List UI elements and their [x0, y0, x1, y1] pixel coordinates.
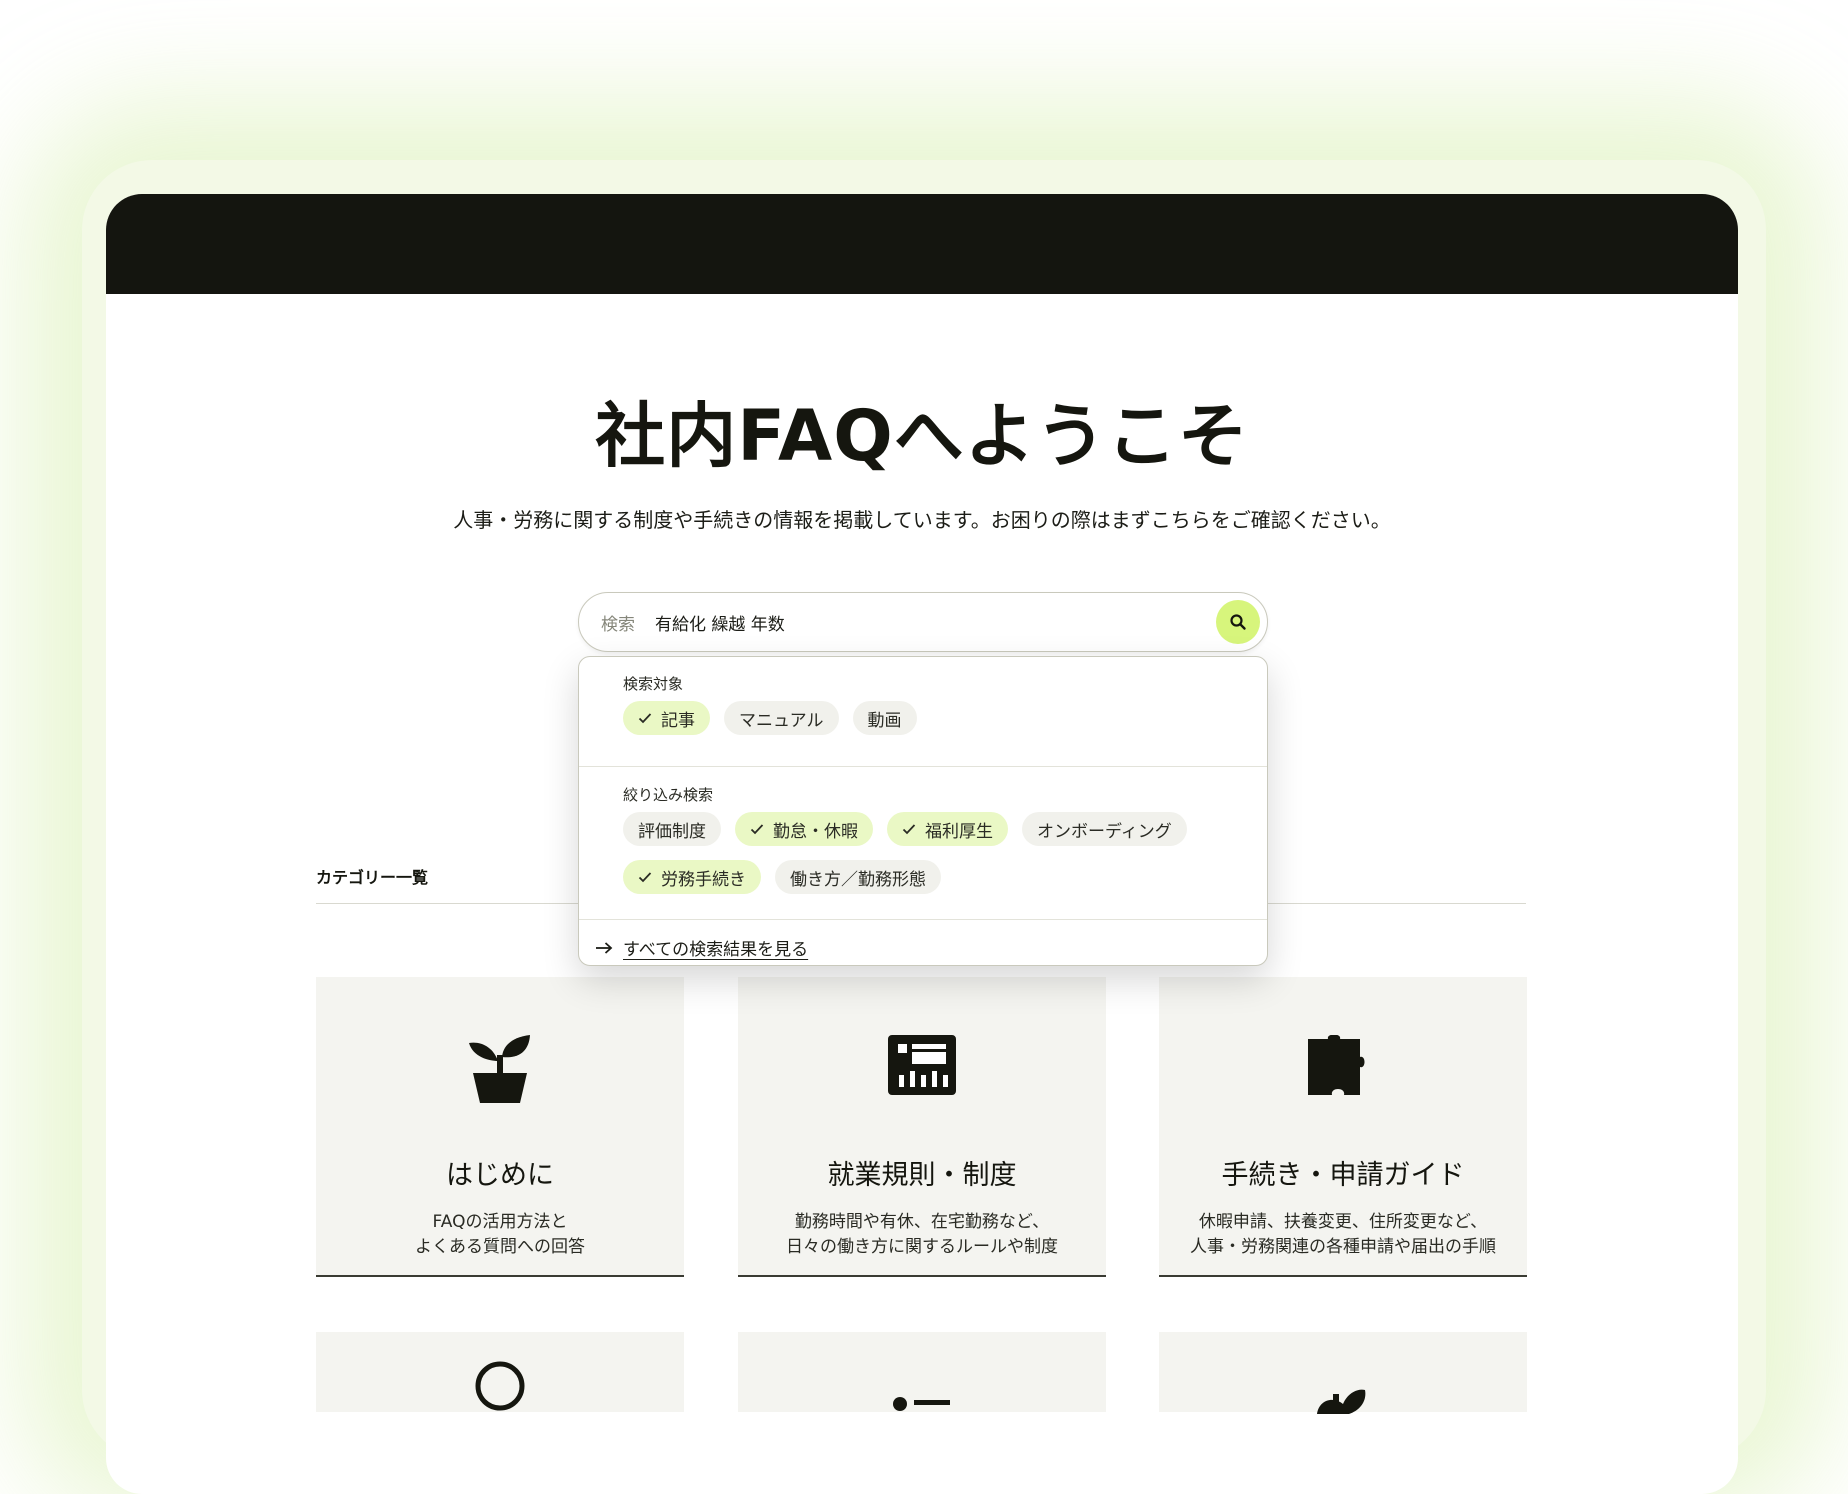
card-description-line: FAQの活用方法と [432, 1212, 568, 1232]
chip-target[interactable]: 動画 [852, 701, 917, 735]
card-icon-wrap [1159, 1360, 1527, 1416]
check-icon [638, 713, 652, 724]
category-card[interactable] [316, 1332, 684, 1412]
category-card[interactable] [738, 1332, 1106, 1412]
check-icon [638, 872, 652, 883]
chip-label: 勤怠・休暇 [773, 821, 858, 842]
chip-target[interactable]: マニュアル [724, 701, 839, 735]
chip-label: 働き方／勤務形態 [790, 869, 926, 890]
see-all-results-label: すべての検索結果を見る [623, 940, 809, 960]
search-button[interactable] [1216, 600, 1260, 644]
card-icon-wrap [1159, 1035, 1527, 1097]
card-icon-wrap [738, 1035, 1106, 1095]
search-icon [1230, 614, 1246, 630]
arrow-right-icon [596, 941, 613, 954]
category-card-work-rules[interactable]: 就業規則・制度 勤務時間や有休、在宅勤務など、 日々の働き方に関するルールや制度 [738, 977, 1106, 1277]
card-description-line: 休暇申請、扶養変更、住所変更など、 [1198, 1212, 1488, 1232]
category-list-heading: カテゴリー一覧 [316, 868, 429, 887]
chip-label: 動画 [867, 710, 902, 731]
category-card[interactable] [1159, 1332, 1527, 1414]
chip-target[interactable]: 記事 [623, 701, 710, 735]
category-card-procedures[interactable]: 手続き・申請ガイド 休暇申請、扶養変更、住所変更など、 人事・労務関連の各種申請… [1159, 977, 1527, 1277]
card-description-line: 勤務時間や有休、在宅勤務など、 [794, 1212, 1050, 1232]
chip-label: 労務手続き [661, 869, 746, 890]
card-description: 休暇申請、扶養変更、住所変更など、 人事・労務関連の各種申請や届出の手順 [1159, 1210, 1527, 1260]
browser-frame: 社内FAQへようこそ 人事・労務に関する制度や手続きの情報を掲載しています。お困… [106, 194, 1738, 1494]
top-bar [106, 194, 1738, 294]
chip-filter[interactable]: オンボーディング [1022, 812, 1187, 846]
search-target-label: 検索対象 [623, 675, 684, 693]
card-description-line: 人事・労務関連の各種申請や届出の手順 [1190, 1237, 1496, 1257]
chip-label: 評価制度 [638, 821, 706, 842]
card-description: FAQの活用方法と よくある質問への回答 [316, 1210, 684, 1260]
chip-label: 福利厚生 [925, 821, 993, 842]
page-subtitle: 人事・労務に関する制度や手続きの情報を掲載しています。お困りの際はまずこちらをご… [453, 508, 1391, 532]
dropdown-divider [579, 919, 1267, 920]
rules-board-icon [888, 1035, 956, 1095]
card-description: 勤務時間や有休、在宅勤務など、 日々の働き方に関するルールや制度 [738, 1210, 1106, 1260]
filter-chips-row-2: 労務手続き 働き方／勤務形態 [623, 860, 941, 894]
search-bar[interactable]: 検索 [578, 592, 1268, 652]
chip-filter[interactable]: 福利厚生 [887, 812, 1008, 846]
dropdown-divider [579, 766, 1267, 767]
card-title: 就業規則・制度 [827, 1160, 1017, 1191]
card-title: はじめに [446, 1160, 554, 1191]
chip-filter[interactable]: 働き方／勤務形態 [775, 860, 941, 894]
card-icon-wrap [738, 1360, 1106, 1416]
list-icon [893, 1397, 950, 1411]
plant-sprout-icon [1317, 1389, 1366, 1414]
chip-label: マニュアル [739, 710, 824, 731]
filter-label: 絞り込み検索 [623, 786, 714, 804]
search-dropdown: 検索対象 記事 マニュアル 動画 絞り込み検索 評価制度 勤怠・休暇 福利厚生 … [578, 656, 1268, 966]
chip-label: 記事 [661, 710, 695, 731]
card-description-line: よくある質問への回答 [415, 1237, 585, 1257]
card-description-line: 日々の働き方に関するルールや制度 [786, 1237, 1058, 1257]
search-input[interactable] [653, 603, 1157, 641]
check-icon [750, 824, 764, 835]
page-title: 社内FAQへようこそ [595, 395, 1249, 477]
person-icon [475, 1361, 525, 1411]
search-label: 検索 [601, 615, 635, 635]
card-title: 手続き・申請ガイド [1221, 1160, 1465, 1191]
chip-filter[interactable]: 評価制度 [623, 812, 721, 846]
puzzle-icon [1308, 1035, 1365, 1095]
card-icon-wrap [316, 1360, 684, 1416]
chip-label: オンボーディング [1037, 821, 1172, 842]
chip-filter[interactable]: 勤怠・休暇 [735, 812, 873, 846]
check-icon [902, 824, 916, 835]
search-target-chips: 記事 マニュアル 動画 [623, 701, 917, 735]
chip-filter[interactable]: 労務手続き [623, 860, 761, 894]
plant-icon [469, 1035, 530, 1103]
see-all-results-link[interactable]: すべての検索結果を見る [595, 935, 808, 960]
card-icon-wrap [316, 1035, 684, 1105]
category-card-getting-started[interactable]: はじめに FAQの活用方法と よくある質問への回答 [316, 977, 684, 1277]
filter-chips-row-1: 評価制度 勤怠・休暇 福利厚生 オンボーディング [623, 812, 1187, 846]
